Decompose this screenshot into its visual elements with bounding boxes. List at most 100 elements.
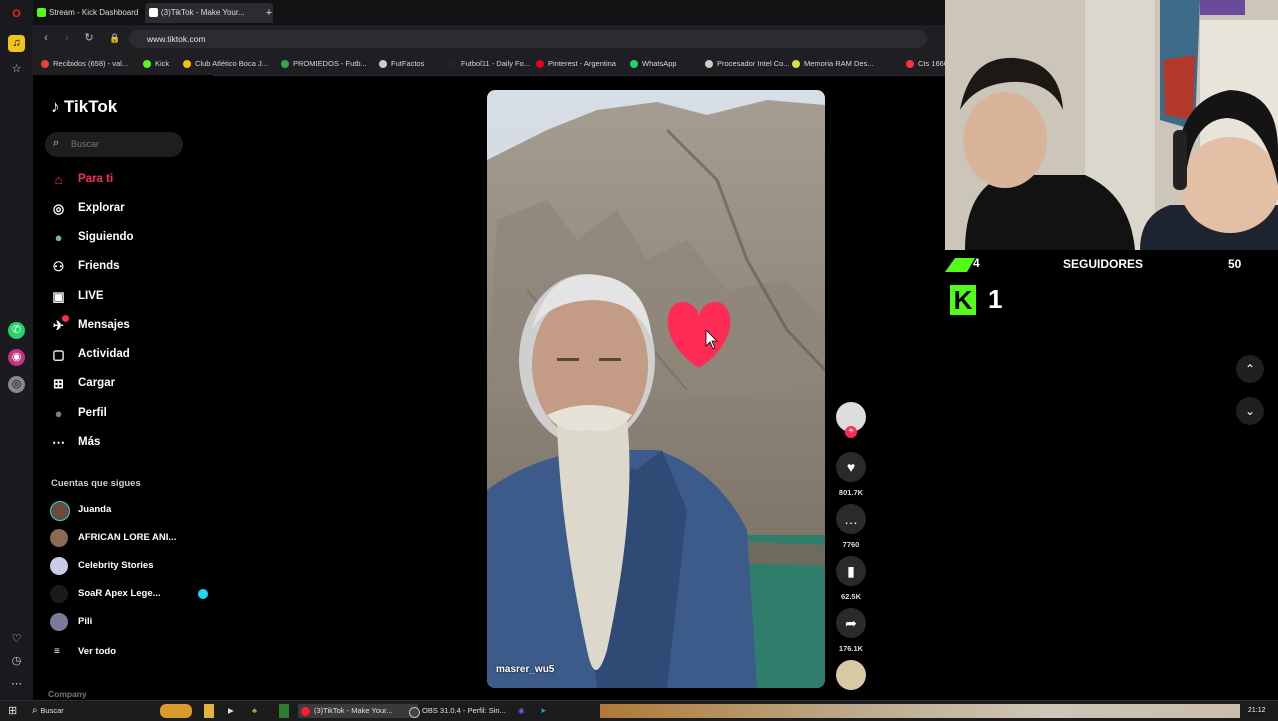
kick-logo-icon: K <box>950 285 976 315</box>
reload-icon[interactable]: ↻ <box>82 31 96 45</box>
bookmark-item[interactable]: Procesador Intel Co... <box>705 57 790 71</box>
avatar <box>50 557 68 575</box>
chevron-up-icon: ⌃ <box>1244 362 1256 376</box>
tab-bar: Stream - Kick Dashboard (3)TikTok - Make… <box>33 0 945 25</box>
nav-item-m-s[interactable]: ⋯ Más <box>50 431 210 453</box>
following-account[interactable]: Juanda <box>50 500 220 521</box>
music-disc[interactable] <box>835 660 867 690</box>
avatar <box>50 585 68 603</box>
nav-item-explorar[interactable]: ◎ Explorar <box>50 197 210 219</box>
taskbar-item-label: OBS 31.0.4 - Perfil: Sin... <box>422 706 506 715</box>
comment-icon: … <box>836 504 866 534</box>
new-tab-button[interactable]: + <box>262 3 276 23</box>
windows-start-icon[interactable]: ⊞ <box>8 704 17 718</box>
video-author[interactable]: masrer_wu5 <box>496 664 554 675</box>
bookmark-item[interactable]: Recibidos (658) - val... <box>41 57 128 71</box>
forward-icon[interactable]: › <box>60 31 74 45</box>
bookmark-item[interactable]: Futbol11 - Daily Fo... <box>449 57 530 71</box>
nav-item-siguiendo[interactable]: ● Siguiendo <box>50 226 210 248</box>
following-account[interactable]: Pili <box>50 612 220 632</box>
bookmark-item[interactable]: Kick <box>143 57 169 71</box>
share-icon: ➦ <box>836 608 866 638</box>
nav-label: Más <box>78 436 101 448</box>
like-button[interactable]: ♥ 801.7K <box>835 452 867 497</box>
nav-item-para-ti[interactable]: ⌂ Para ti <box>50 168 210 190</box>
telegram-icon[interactable]: ➤ <box>540 704 550 718</box>
app-icon[interactable]: ♣ <box>252 704 262 718</box>
avatar <box>50 501 70 521</box>
bookmark-item[interactable]: Pinterest - Argentina <box>536 57 616 71</box>
nav-item-actividad[interactable]: ▢ Actividad <box>50 343 210 365</box>
url-field[interactable]: www.tiktok.com <box>129 30 927 48</box>
player-icon[interactable]: ◎ <box>8 376 25 393</box>
nav-label: Cargar <box>78 377 116 389</box>
instagram-icon[interactable]: ◉ <box>8 349 25 366</box>
save-count: 62.5K <box>840 592 861 601</box>
nav-item-friends[interactable]: ⚇ Friends <box>50 255 210 277</box>
follow-plus-icon[interactable]: + <box>845 426 857 438</box>
more-icon: ⋯ <box>52 435 65 450</box>
tab-label: (3)TikTok - Make Your... <box>161 8 245 17</box>
back-icon[interactable]: ‹ <box>39 31 53 45</box>
search-placeholder: Buscar <box>71 139 100 149</box>
tab-label: Stream - Kick Dashboard <box>49 8 139 17</box>
bookmark-item[interactable]: FutFactos <box>379 57 424 71</box>
notification-badge <box>62 315 69 322</box>
kick-icon <box>37 8 46 17</box>
media-icon[interactable]: ▶ <box>228 704 238 718</box>
tab-kick[interactable]: Stream - Kick Dashboard <box>33 3 157 23</box>
tab-tiktok[interactable]: (3)TikTok - Make Your... <box>145 3 273 23</box>
taskbar-tiktok-window[interactable]: (3)TikTok - Make Your... <box>298 704 418 718</box>
bookmark-item[interactable]: Club Atlético Boca J... <box>183 57 268 71</box>
nav-item-live[interactable]: ▣ LIVE <box>50 285 210 307</box>
nav-label: Perfil <box>78 407 107 419</box>
nav-label: Siguiendo <box>78 231 134 243</box>
opera-logo-icon[interactable]: O <box>8 6 25 23</box>
bell-icon[interactable]: ♫ <box>8 35 25 52</box>
star-icon[interactable]: ☆ <box>8 61 25 78</box>
author-avatar[interactable]: + <box>835 402 867 438</box>
discord-icon[interactable]: ◉ <box>518 704 528 718</box>
more-icon[interactable]: ⋯ <box>8 676 25 693</box>
history-icon[interactable]: ◷ <box>8 653 25 670</box>
whatsapp-icon[interactable]: ✆ <box>8 322 25 339</box>
search-box[interactable]: ⌕ Buscar <box>45 132 183 157</box>
see-all-link[interactable]: ≡ Ver todo <box>50 642 220 662</box>
heart-icon[interactable]: ♡ <box>8 631 25 648</box>
comment-count: 7760 <box>842 540 860 549</box>
webcam-feed <box>945 0 1278 250</box>
footer-company[interactable]: Company <box>48 689 87 699</box>
video-frame <box>487 90 825 688</box>
widget-icon[interactable] <box>160 704 192 718</box>
account-name: Juanda <box>78 504 112 515</box>
avatar <box>50 529 68 547</box>
bookmark-item[interactable]: WhatsApp <box>630 57 677 71</box>
excel-icon[interactable] <box>279 704 289 718</box>
following-account[interactable]: Celebrity Stories <box>50 556 220 576</box>
bookmark-item[interactable]: Memoria RAM Des... <box>792 57 874 71</box>
kick-count: 1 <box>988 284 1003 314</box>
save-button[interactable]: ▮ 62.5K <box>835 556 867 601</box>
bookmark-favicon-icon <box>536 60 544 68</box>
clock: 21:12 <box>1248 707 1266 714</box>
folder-icon[interactable] <box>204 704 214 718</box>
comment-button[interactable]: … 7760 <box>835 504 867 549</box>
next-video-button[interactable]: ⌄ <box>1236 397 1264 425</box>
bookmark-favicon-icon <box>143 60 151 68</box>
nav-item-cargar[interactable]: ⊞ Cargar <box>50 372 210 394</box>
previous-video-button[interactable]: ⌃ <box>1236 355 1264 383</box>
following-account[interactable]: SoaR Apex Lege... <box>50 584 220 604</box>
bookmark-item[interactable]: PROMIEDOS - Futb... <box>281 57 367 71</box>
bookmark-label: WhatsApp <box>642 59 677 68</box>
taskbar: ⊞ ⌕ Buscar ▶ ♣ (3)TikTok - Make Your... … <box>0 700 1278 721</box>
video-player[interactable]: masrer_wu5 <box>487 90 825 688</box>
nav-item-mensajes[interactable]: ✈ Mensajes <box>50 314 210 336</box>
nav-item-perfil[interactable]: ● Perfil <box>50 402 210 424</box>
taskbar-obs-window[interactable]: OBS 31.0.4 - Perfil: Sin... <box>406 704 526 718</box>
tiktok-logo[interactable]: ♪ TikTok <box>51 97 117 117</box>
share-button[interactable]: ➦ 176.1K <box>835 608 867 653</box>
following-account[interactable]: AFRICAN LORE ANI... <box>50 528 220 548</box>
taskbar-search[interactable]: ⌕ Buscar <box>32 704 152 718</box>
nav-label: Para ti <box>78 173 114 185</box>
bookmark-label: Procesador Intel Co... <box>717 59 790 68</box>
